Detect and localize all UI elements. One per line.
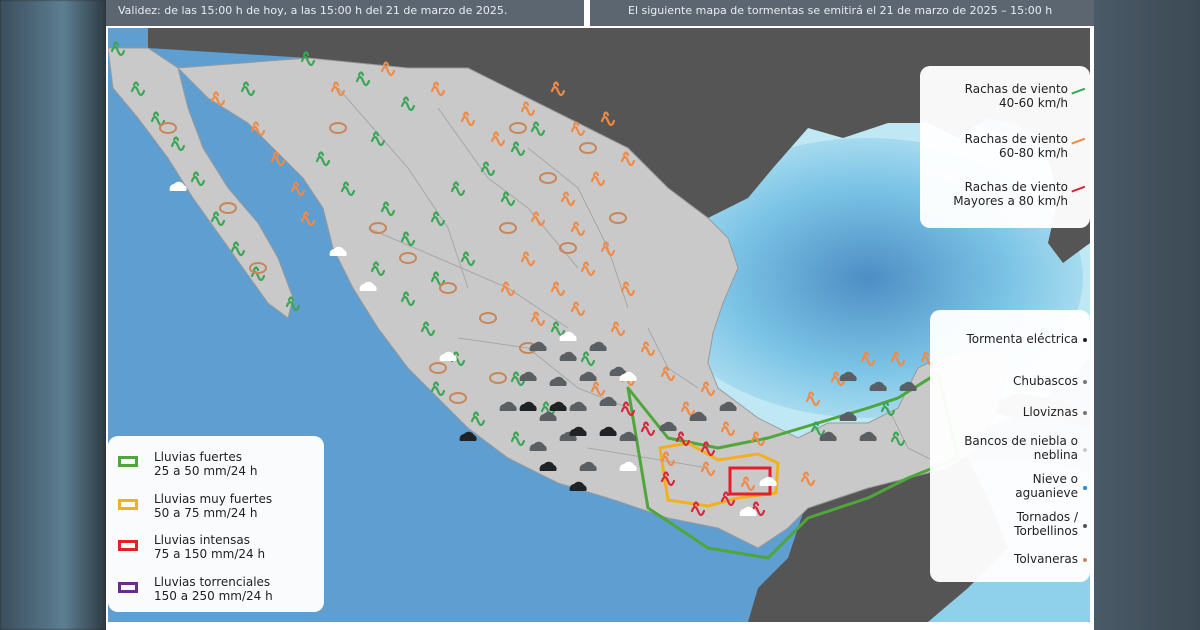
wind-legend-label-1: Rachas de viento 40-60 km/h — [964, 82, 1068, 110]
legend-snow: Nieve o aguanieve — [1015, 472, 1078, 500]
rain-legend-very-strong: Lluvias muy fuertes 50 a 75 mm/24 h — [154, 492, 273, 520]
header-separator — [584, 0, 590, 26]
rain-legend-strong: Lluvias fuertes 25 a 50 mm/24 h — [154, 450, 258, 478]
legend-drizzle: Lloviznas — [1022, 405, 1078, 419]
swatch-torrential — [118, 582, 138, 593]
wind-icon-orange — [1071, 137, 1087, 149]
drizzle-dot-icon — [1083, 411, 1087, 415]
snow-dot-icon — [1083, 486, 1087, 490]
rain-legend-torrential: Lluvias torrenciales 150 a 250 mm/24 h — [154, 575, 273, 603]
dust-dot-icon — [1083, 558, 1087, 562]
swatch-very-strong — [118, 499, 138, 510]
weather-map[interactable]: Rachas de viento 40-60 km/h Rachas de vie… — [108, 28, 1090, 622]
next-map-text: El siguiente mapa de tormentas se emitir… — [628, 4, 1053, 17]
validity-text: Validez: de las 15:00 h de hoy, a las 15… — [118, 4, 508, 17]
header-bar: Validez: de las 15:00 h de hoy, a las 15… — [106, 0, 1094, 26]
wind-legend-label-2: Rachas de viento 60-80 km/h — [964, 132, 1068, 160]
rain-legend-intense: Lluvias intensas 75 a 150 mm/24 h — [154, 533, 266, 561]
legend-showers: Chubascos — [1012, 374, 1078, 388]
wind-legend: Rachas de viento 40-60 km/h Rachas de vie… — [920, 66, 1090, 228]
fog-dot-icon — [1083, 448, 1087, 452]
blurred-background-left — [0, 0, 106, 630]
swatch-strong — [118, 456, 138, 467]
shower-dot-icon — [1083, 380, 1087, 384]
swatch-intense — [118, 540, 138, 551]
legend-tornado: Tornados / Torbellinos — [1014, 510, 1078, 538]
phenomena-legend: Tormenta eléctrica Chubascos Lloviznas B… — [930, 310, 1090, 582]
wind-icon-red — [1071, 185, 1087, 197]
wind-legend-label-3: Rachas de viento Mayores a 80 km/h — [953, 180, 1068, 208]
legend-fog: Bancos de niebla o neblina — [964, 434, 1078, 462]
blurred-background-right — [1094, 0, 1200, 630]
rain-legend: Lluvias fuertes 25 a 50 mm/24 h Lluvias m… — [108, 436, 324, 612]
storm-dot-icon — [1083, 338, 1087, 342]
legend-dust: Tolvaneras — [1014, 552, 1078, 566]
tornado-dot-icon — [1083, 524, 1087, 528]
wind-icon-green — [1071, 87, 1087, 99]
legend-storm: Tormenta eléctrica — [966, 332, 1078, 346]
